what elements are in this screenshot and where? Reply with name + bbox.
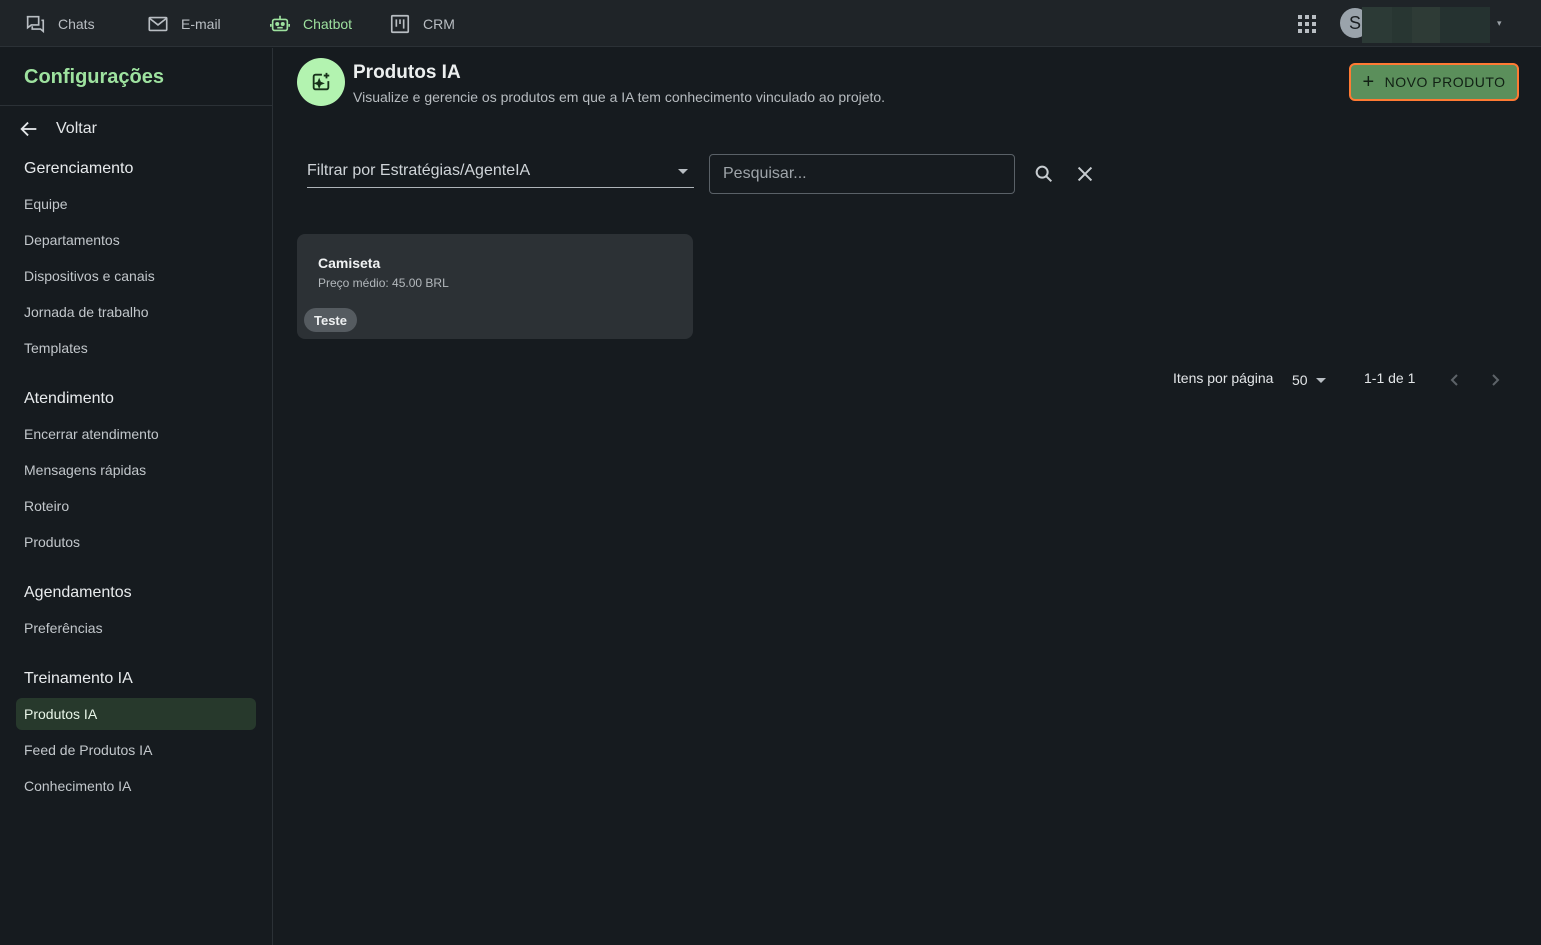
chevron-left-icon[interactable]	[1446, 370, 1464, 390]
nav-item-crm[interactable]: CRM	[389, 0, 455, 47]
settings-sidebar: Configurações Voltar Gerenciamento Equip…	[0, 48, 273, 945]
sidebar-item-encerrar[interactable]: Encerrar atendimento	[16, 418, 256, 450]
sidebar-item-feed-produtos-ia[interactable]: Feed de Produtos IA	[16, 734, 256, 766]
sidebar-item-dispositivos[interactable]: Dispositivos e canais	[16, 260, 256, 292]
product-card[interactable]: Camiseta Preço médio: 45.00 BRL Teste	[297, 234, 693, 339]
chat-bubbles-icon	[26, 15, 45, 33]
sidebar-item-preferencias[interactable]: Preferências	[16, 612, 256, 644]
pagination-range: 1-1 de 1	[1364, 370, 1416, 386]
divider	[0, 105, 272, 106]
robot-icon	[270, 15, 290, 31]
items-per-page-label: Itens por página	[1173, 370, 1274, 386]
new-product-button[interactable]: + NOVO PRODUTO	[1349, 63, 1519, 101]
items-per-page-select[interactable]: 50	[1292, 370, 1326, 390]
items-per-page-value: 50	[1292, 372, 1308, 388]
sidebar-item-produtos[interactable]: Produtos	[16, 526, 256, 558]
page-subtitle: Visualize e gerencie os produtos em que …	[353, 89, 886, 105]
page-title: Produtos IA	[353, 62, 461, 83]
back-label: Voltar	[56, 120, 97, 137]
new-product-label: NOVO PRODUTO	[1384, 74, 1506, 90]
product-tag: Teste	[304, 308, 357, 332]
strategy-filter-select[interactable]: Filtrar por Estratégias/AgenteIA	[307, 155, 694, 188]
user-name-redacted[interactable]	[1362, 7, 1490, 43]
nav-item-email[interactable]: E-mail	[147, 0, 221, 47]
product-name: Camiseta	[318, 255, 381, 271]
nav-item-chats[interactable]: Chats	[24, 0, 95, 47]
sidebar-item-mensagens[interactable]: Mensagens rápidas	[16, 454, 256, 486]
sidebar-item-departamentos[interactable]: Departamentos	[16, 224, 256, 256]
dropdown-caret-icon	[1315, 377, 1326, 383]
sidebar-title: Configurações	[24, 66, 165, 88]
avatar-initial: S	[1348, 12, 1361, 33]
nav-item-label: CRM	[423, 15, 455, 32]
back-button[interactable]: Voltar	[18, 118, 97, 140]
nav-item-label: E-mail	[181, 15, 221, 32]
nav-item-label: Chatbot	[303, 15, 353, 32]
section-title-gerenciamento: Gerenciamento	[24, 160, 134, 177]
arrow-left-icon	[20, 121, 37, 137]
sidebar-item-jornada[interactable]: Jornada de trabalho	[16, 296, 256, 328]
sidebar-item-templates[interactable]: Templates	[16, 332, 256, 364]
sidebar-item-equipe[interactable]: Equipe	[16, 188, 256, 220]
search-icon[interactable]	[1033, 163, 1055, 185]
strategy-filter-label: Filtrar por Estratégias/AgenteIA	[307, 162, 531, 179]
section-title-treinamento: Treinamento IA	[24, 670, 133, 687]
sidebar-item-produtos-ia[interactable]: Produtos IA	[16, 698, 256, 730]
close-icon[interactable]	[1074, 163, 1096, 185]
plus-icon: +	[1362, 71, 1375, 93]
top-navigation-bar: Chats E-mail Chatbot CRM S ▾	[0, 0, 1541, 47]
kanban-icon	[390, 14, 410, 33]
chevron-right-icon[interactable]	[1486, 370, 1504, 390]
nav-item-label: Chats	[58, 15, 95, 32]
user-menu-caret-icon[interactable]: ▾	[1497, 18, 1502, 29]
section-title-atendimento: Atendimento	[24, 390, 114, 407]
product-sparkle-icon	[297, 58, 345, 106]
dropdown-caret-icon	[678, 169, 688, 174]
nav-item-chatbot[interactable]: Chatbot	[269, 0, 352, 47]
search-input[interactable]	[709, 154, 1015, 194]
sidebar-item-conhecimento-ia[interactable]: Conhecimento IA	[16, 770, 256, 802]
sidebar-item-roteiro[interactable]: Roteiro	[16, 490, 256, 522]
mail-icon	[148, 16, 168, 31]
section-title-agendamentos: Agendamentos	[24, 584, 132, 601]
apps-grid-icon[interactable]	[1296, 13, 1318, 35]
product-price: Preço médio: 45.00 BRL	[318, 276, 449, 290]
